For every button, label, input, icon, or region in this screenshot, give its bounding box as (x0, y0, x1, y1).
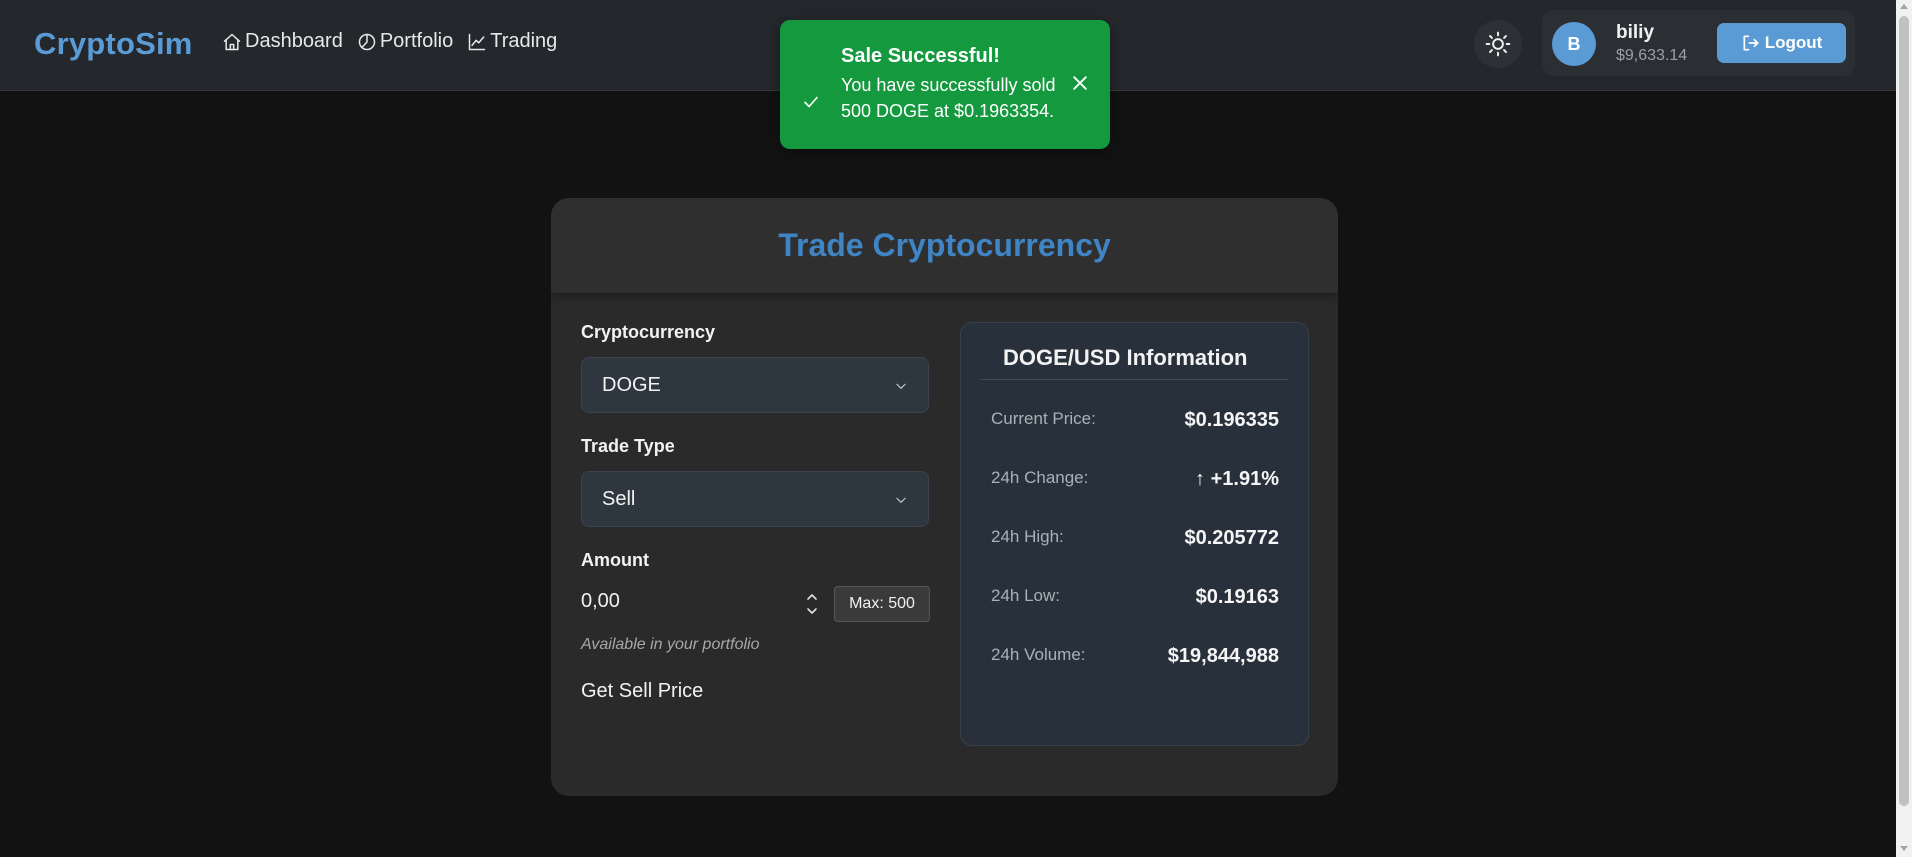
check-icon (804, 96, 818, 108)
max-button[interactable]: Max: 500 (834, 586, 930, 622)
chevron-up-icon[interactable] (806, 593, 818, 601)
brand-logo[interactable]: CryptoSim (34, 26, 193, 62)
get-sell-price-button[interactable]: Get Sell Price (581, 680, 703, 703)
market-info-panel: DOGE/USD Information Current Price: $0.1… (960, 322, 1309, 746)
page-scrollbar[interactable] (1896, 0, 1912, 857)
amount-label: Amount (581, 550, 649, 570)
divider (981, 379, 1289, 380)
info-label: Current Price: (991, 409, 1096, 428)
scroll-down-arrow[interactable] (1900, 846, 1908, 851)
trade-card: Trade Cryptocurrency Cryptocurrency DOGE… (551, 198, 1338, 796)
trade-type-select[interactable]: Sell (581, 471, 929, 527)
chevron-down-icon[interactable] (806, 607, 818, 615)
logout-icon (1743, 35, 1759, 51)
trending-up-icon (468, 33, 486, 50)
scroll-up-arrow[interactable] (1900, 4, 1908, 9)
scroll-thumb[interactable] (1899, 16, 1909, 806)
chevron-down-icon (896, 497, 906, 503)
info-label: 24h Volume: (991, 645, 1086, 664)
info-value: $0.196335 (1184, 409, 1279, 431)
info-label: 24h Change: (991, 468, 1089, 487)
nav-trading-label: Trading (490, 30, 558, 52)
toast-title: Sale Successful! (841, 45, 1000, 67)
info-title: DOGE/USD Information (1003, 345, 1248, 370)
username: biliy (1616, 22, 1655, 43)
logout-label: Logout (1764, 33, 1823, 52)
amount-hint: Available in your portfolio (581, 636, 760, 653)
info-value: ↑ +1.91% (1195, 468, 1279, 490)
logout-button[interactable]: Logout (1717, 23, 1846, 63)
amount-stepper[interactable] (806, 593, 818, 615)
amount-input[interactable]: 0,00 (581, 590, 620, 613)
user-balance: $9,633.14 (1616, 47, 1688, 64)
chevron-down-icon (896, 383, 906, 389)
crypto-label: Cryptocurrency (581, 322, 716, 342)
close-icon[interactable] (1070, 73, 1090, 93)
info-value: $19,844,988 (1167, 645, 1279, 667)
crypto-select[interactable]: DOGE (581, 357, 929, 413)
success-toast: Sale Successful! You have successfully s… (780, 20, 1110, 149)
nav-dashboard-label: Dashboard (245, 30, 343, 52)
user-info: B biliy $9,633.14 Logout (1542, 10, 1855, 76)
crypto-select-value: DOGE (602, 374, 661, 396)
theme-toggle-button[interactable] (1474, 20, 1522, 68)
info-value: $0.19163 (1195, 586, 1279, 608)
nav-portfolio-label: Portfolio (379, 30, 454, 52)
nav-portfolio[interactable]: Portfolio (357, 30, 453, 53)
home-icon (223, 33, 241, 50)
card-header: Trade Cryptocurrency (551, 198, 1338, 293)
nav-trading[interactable]: Trading (467, 30, 557, 53)
info-value: $0.205772 (1184, 527, 1279, 549)
toast-message: You have successfully sold 500 DOGE at $… (841, 75, 1056, 121)
nav-dashboard[interactable]: Dashboard (222, 30, 343, 53)
sun-icon (1485, 31, 1511, 57)
info-label: 24h Low: (991, 586, 1060, 605)
pie-chart-icon (358, 33, 376, 50)
info-label: 24h High: (991, 527, 1064, 546)
trade-type-label: Trade Type (581, 436, 675, 456)
trade-type-value: Sell (602, 488, 636, 510)
page-title: Trade Cryptocurrency (778, 227, 1111, 263)
main-nav: Dashboard Portfolio Trading (222, 30, 557, 53)
avatar[interactable]: B (1552, 22, 1596, 66)
